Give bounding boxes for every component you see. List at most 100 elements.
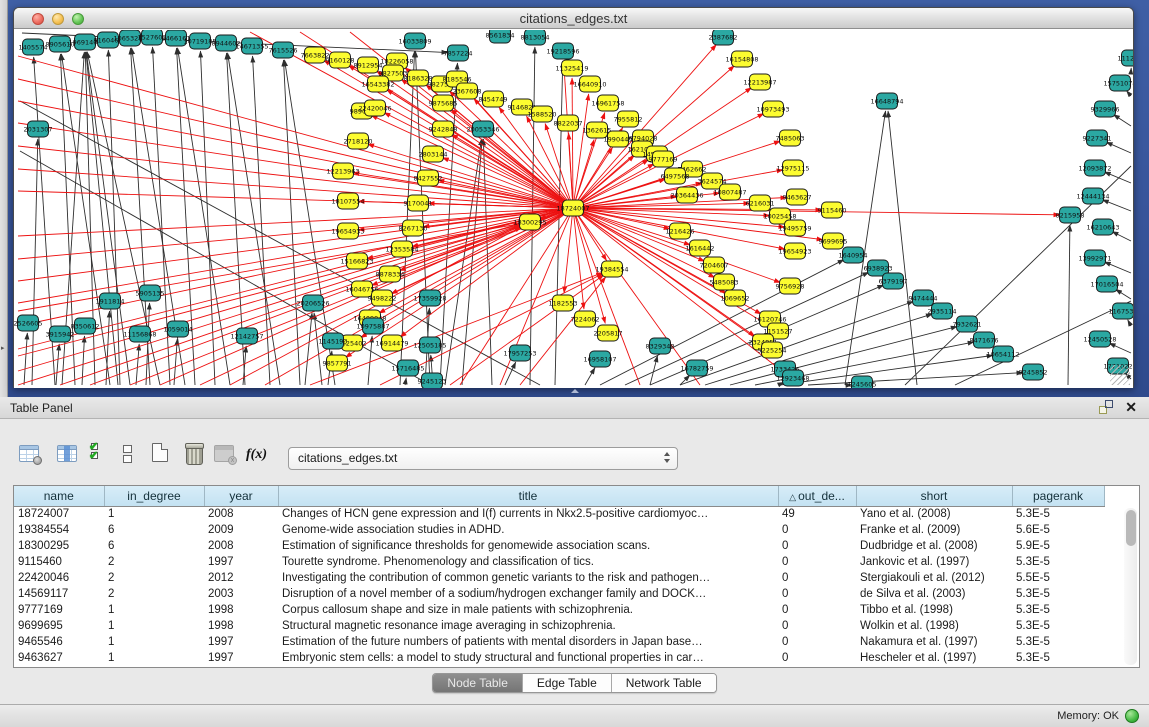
graph-node[interactable]: 9227341 xyxy=(1083,130,1112,146)
graph-node[interactable]: 16154808 xyxy=(725,51,758,67)
graph-node[interactable]: 2526605 xyxy=(14,315,42,331)
graph-node[interactable]: 6379197 xyxy=(879,273,908,289)
column-header-short[interactable]: short xyxy=(856,486,1012,506)
graph-node[interactable]: 5485083 xyxy=(710,274,739,290)
graph-node[interactable]: 18107554 xyxy=(331,193,364,209)
graph-node[interactable]: 2718120 xyxy=(344,133,373,149)
graph-node[interactable]: 10654112 xyxy=(986,346,1019,362)
graph-node[interactable]: 8813054 xyxy=(521,30,550,45)
graph-node[interactable]: 9463627 xyxy=(783,189,812,205)
network-window-titlebar[interactable]: citations_edges.txt xyxy=(14,8,1133,29)
graph-node[interactable]: 2803144 xyxy=(419,146,448,162)
graph-node[interactable]: 7204607 xyxy=(700,257,729,273)
graph-node[interactable]: 6216031 xyxy=(746,195,775,211)
graph-node[interactable]: 9498222 xyxy=(368,290,397,306)
graph-node[interactable]: 9160128 xyxy=(326,52,355,68)
table-scrollbar[interactable] xyxy=(1124,508,1137,665)
graph-node[interactable]: 7857224 xyxy=(444,45,473,61)
graph-node[interactable]: 12213963 xyxy=(326,163,359,179)
graph-node[interactable]: 6497568 xyxy=(661,168,690,184)
table-row[interactable]: 977716911998Corpus callosum shape and si… xyxy=(14,602,1104,618)
graph-node[interactable]: 20206526 xyxy=(296,295,329,311)
table-row[interactable]: 2242004622012Investigating the contribut… xyxy=(14,570,1104,586)
graph-node[interactable]: 8471676 xyxy=(970,332,999,348)
column-header-in_degree[interactable]: in_degree xyxy=(104,486,204,506)
table-row[interactable]: 911546021997Tourette syndrome. Phenomeno… xyxy=(14,554,1104,570)
graph-node[interactable]: 1167534 xyxy=(1109,303,1133,319)
row-height-icon[interactable] xyxy=(123,445,132,465)
column-header-pagerank[interactable]: pagerank xyxy=(1012,486,1104,506)
table-row[interactable]: 1456911722003Disruption of a novel membe… xyxy=(14,586,1104,602)
graph-node[interactable]: 5225254 xyxy=(758,342,787,358)
graph-node[interactable]: 1216426 xyxy=(666,223,695,239)
graph-node[interactable]: 9115460 xyxy=(818,202,847,218)
graph-node[interactable]: 11156868 xyxy=(123,326,156,342)
table-row[interactable]: 969969511998Structural magnetic resonanc… xyxy=(14,618,1104,634)
graph-node[interactable]: 8427552 xyxy=(414,170,443,186)
graph-node[interactable]: 7485063 xyxy=(776,130,805,146)
graph-node[interactable]: 1059014 xyxy=(164,321,193,337)
graph-node[interactable]: 9245852 xyxy=(1019,364,1048,380)
graph-node[interactable]: 9777169 xyxy=(649,151,678,167)
graph-node[interactable]: 17359928 xyxy=(413,290,446,306)
graph-node[interactable]: 9245123 xyxy=(418,373,447,388)
tab-node-table[interactable]: Node Table xyxy=(433,674,522,692)
graph-node[interactable]: 8561834 xyxy=(486,30,515,43)
graph-node[interactable]: 9756928 xyxy=(776,278,805,294)
graph-node[interactable]: 17957253 xyxy=(503,345,536,361)
expand-panel-arrow-icon[interactable]: ▸ xyxy=(1,344,5,352)
graph-node[interactable]: 8267130 xyxy=(399,220,428,236)
graph-node[interactable]: 8350612 xyxy=(71,318,100,334)
column-header-title[interactable]: title xyxy=(278,486,778,506)
float-panel-icon[interactable] xyxy=(1099,400,1113,414)
graph-node[interactable]: 8329348 xyxy=(646,338,675,354)
function-builder-icon[interactable]: f(x) xyxy=(246,447,267,463)
graph-node[interactable]: 17016504 xyxy=(1090,276,1123,292)
select-rows-icon[interactable]: ✔✔ xyxy=(91,443,100,461)
graph-node[interactable]: 1069652 xyxy=(721,290,750,306)
table-row[interactable]: 946362711997Embryonic stem cells: a mode… xyxy=(14,650,1104,666)
table-settings-icon[interactable] xyxy=(19,445,39,462)
graph-node[interactable]: 5905135 xyxy=(136,285,165,301)
window-resize-grip[interactable] xyxy=(1110,365,1130,385)
graph-node[interactable]: 2031307 xyxy=(24,121,53,137)
table-chooser-dropdown[interactable]: citations_edges.txt xyxy=(288,447,678,470)
graph-node[interactable]: 9329966 xyxy=(1091,101,1120,117)
column-header-name[interactable]: name xyxy=(14,486,104,506)
graph-node[interactable]: 19654933 xyxy=(331,223,364,239)
graph-node[interactable]: 16782759 xyxy=(680,360,713,376)
graph-node[interactable]: 1588520 xyxy=(528,106,557,122)
graph-node[interactable]: 1405574 xyxy=(19,39,48,55)
table-row[interactable]: 1830029562008Estimation of significance … xyxy=(14,538,1104,554)
delete-table-icon[interactable] xyxy=(186,446,203,465)
graph-node[interactable]: 12975115 xyxy=(776,160,809,176)
graph-node[interactable]: 1911814 xyxy=(96,293,125,309)
graph-node[interactable]: 9242848 xyxy=(429,121,458,137)
graph-node[interactable]: 1145193 xyxy=(319,333,348,349)
graph-node[interactable]: 9170041 xyxy=(404,195,433,211)
graph-node[interactable]: 1182553 xyxy=(549,295,578,311)
graph-node[interactable]: 1112873 xyxy=(1118,50,1133,66)
graph-node[interactable]: 16958107 xyxy=(583,351,616,367)
graph-node[interactable]: 12444134 xyxy=(1076,188,1109,204)
graph-node[interactable]: 8822037 xyxy=(554,115,583,131)
table-row[interactable]: 1938455462009Genome-wide association stu… xyxy=(14,522,1104,538)
control-panel-collapsed-strip[interactable]: ▸ xyxy=(0,0,8,397)
graph-node[interactable]: 16961758 xyxy=(591,95,624,111)
graph-node[interactable]: 9857791 xyxy=(323,355,352,371)
column-header-out_de[interactable]: △out_de... xyxy=(778,486,856,506)
graph-node[interactable]: 8215958 xyxy=(1056,207,1085,223)
graph-node[interactable]: 2205817 xyxy=(594,325,623,341)
graph-node[interactable]: 9699695 xyxy=(819,233,848,249)
column-header-year[interactable]: year xyxy=(204,486,278,506)
split-handle[interactable] xyxy=(569,389,581,396)
graph-node[interactable]: 8878334 xyxy=(376,266,405,282)
tab-network-table[interactable]: Network Table xyxy=(611,674,716,692)
graph-node[interactable]: 7615526 xyxy=(269,42,298,58)
graph-node[interactable]: 13992971 xyxy=(1078,250,1111,266)
memory-ok-indicator[interactable] xyxy=(1125,709,1139,723)
table-row[interactable]: 946554611997Estimation of the future num… xyxy=(14,634,1104,650)
graph-node[interactable]: 9875685 xyxy=(429,95,458,111)
graph-node[interactable]: 7224062 xyxy=(571,311,600,327)
graph-node[interactable]: 1245605 xyxy=(848,376,877,388)
